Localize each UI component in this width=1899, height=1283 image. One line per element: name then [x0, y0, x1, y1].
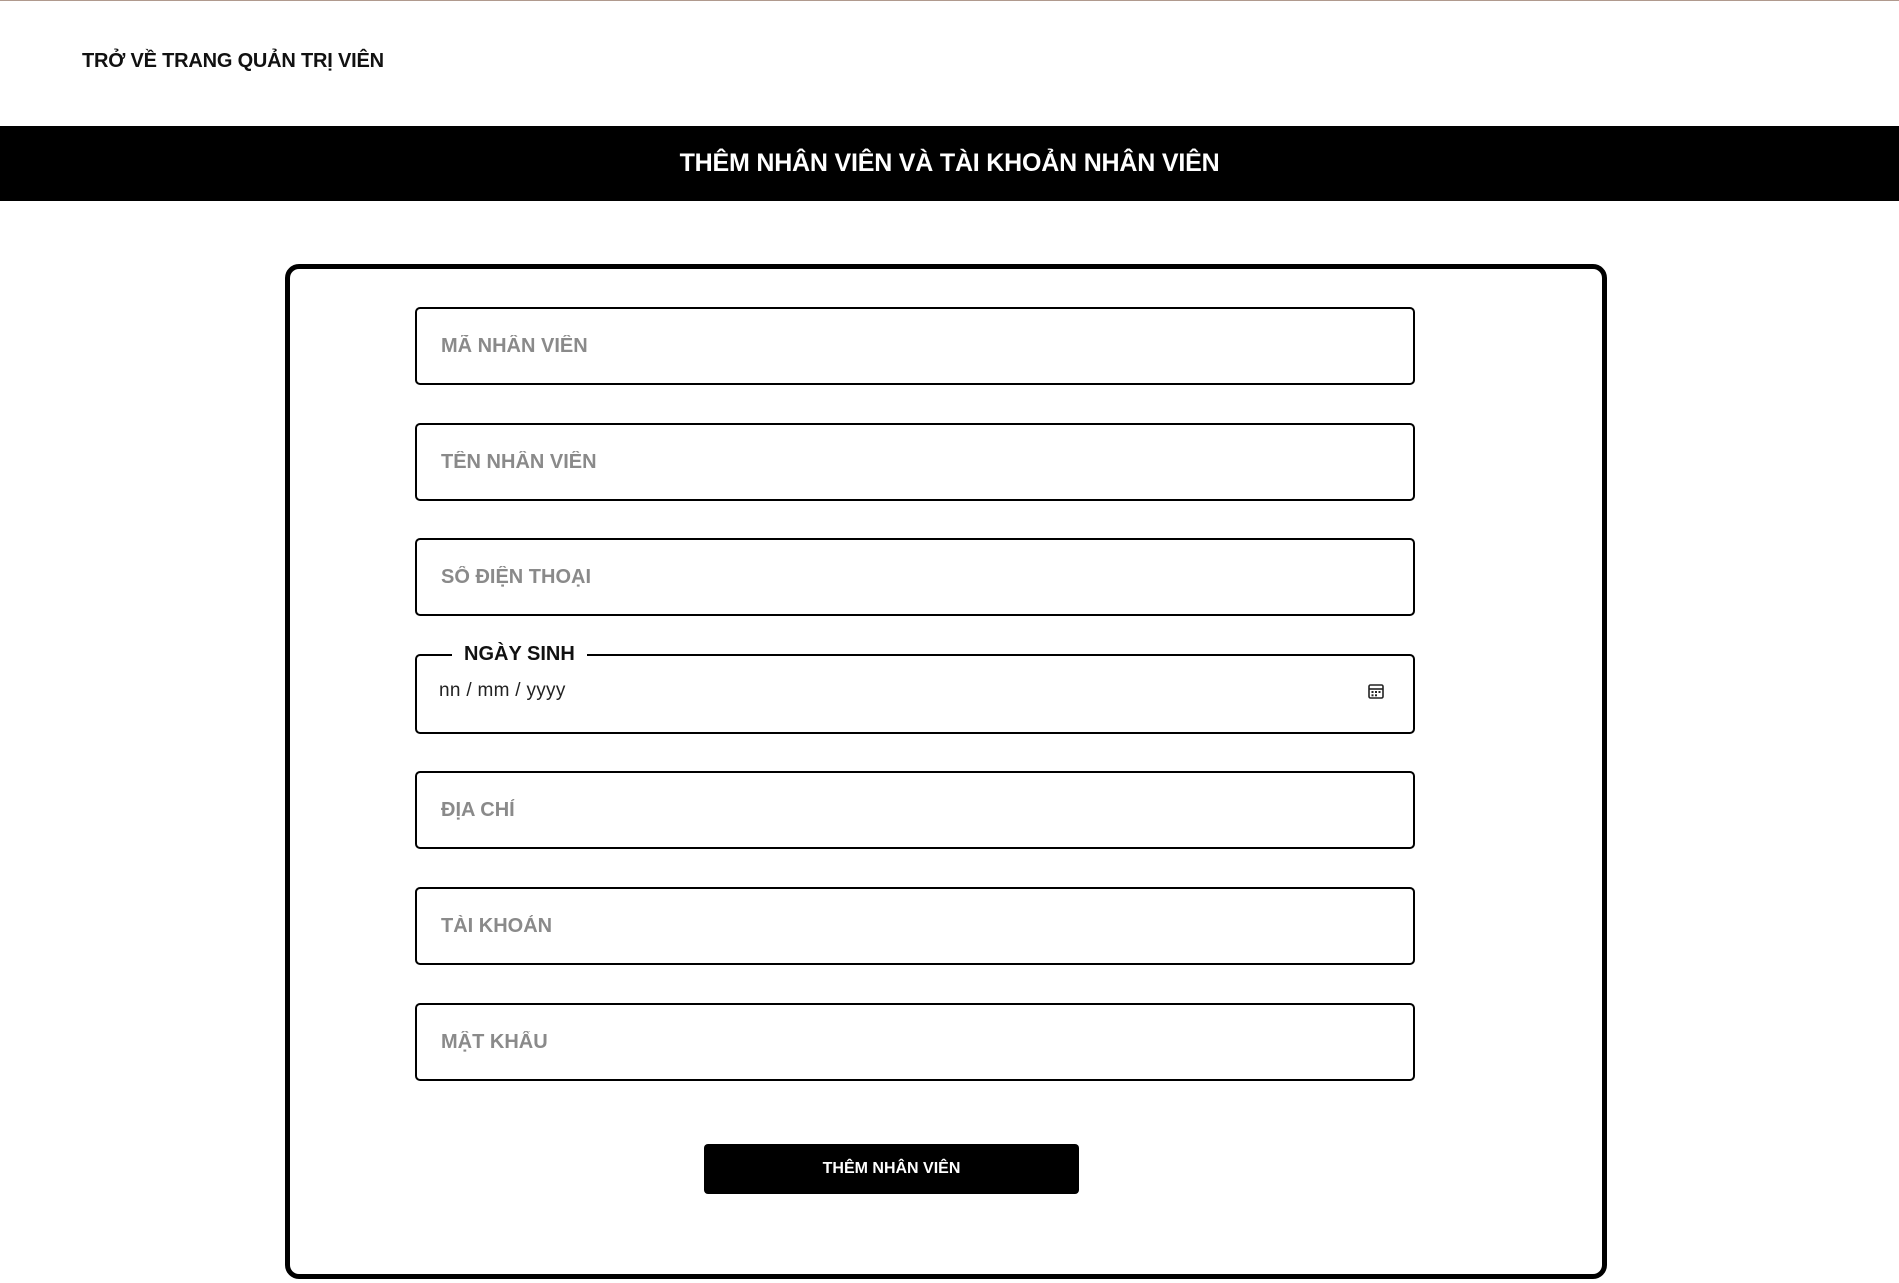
- birth-date-input[interactable]: nn / mm / yyyy: [439, 666, 1391, 722]
- phone-input[interactable]: [417, 540, 1413, 614]
- account-field: [415, 887, 1415, 965]
- password-field: [415, 1003, 1415, 1081]
- phone-field: [415, 538, 1415, 616]
- birth-date-format-hint: nn / mm / yyyy: [439, 680, 566, 701]
- account-input[interactable]: [417, 889, 1413, 963]
- birth-date-field[interactable]: NGÀY SINH nn / mm / yyyy: [415, 643, 1415, 734]
- title-bar: THÊM NHÂN VIÊN VÀ TÀI KHOẢN NHÂN VIÊN: [0, 126, 1899, 201]
- birth-date-label: NGÀY SINH: [464, 643, 575, 665]
- calendar-icon[interactable]: [1367, 682, 1385, 700]
- top-divider: [0, 0, 1899, 1]
- address-field: [415, 771, 1415, 849]
- employee-id-input[interactable]: [417, 309, 1413, 383]
- add-employee-button[interactable]: THÊM NHÂN VIÊN: [704, 1144, 1079, 1194]
- password-input[interactable]: [417, 1005, 1413, 1079]
- address-input[interactable]: [417, 773, 1413, 847]
- back-to-admin-link[interactable]: TRỞ VỀ TRANG QUẢN TRỊ VIÊN: [82, 50, 384, 73]
- page-title: THÊM NHÂN VIÊN VÀ TÀI KHOẢN NHÂN VIÊN: [679, 149, 1220, 177]
- employee-name-input[interactable]: [417, 425, 1413, 499]
- employee-id-field: [415, 307, 1415, 385]
- employee-name-field: [415, 423, 1415, 501]
